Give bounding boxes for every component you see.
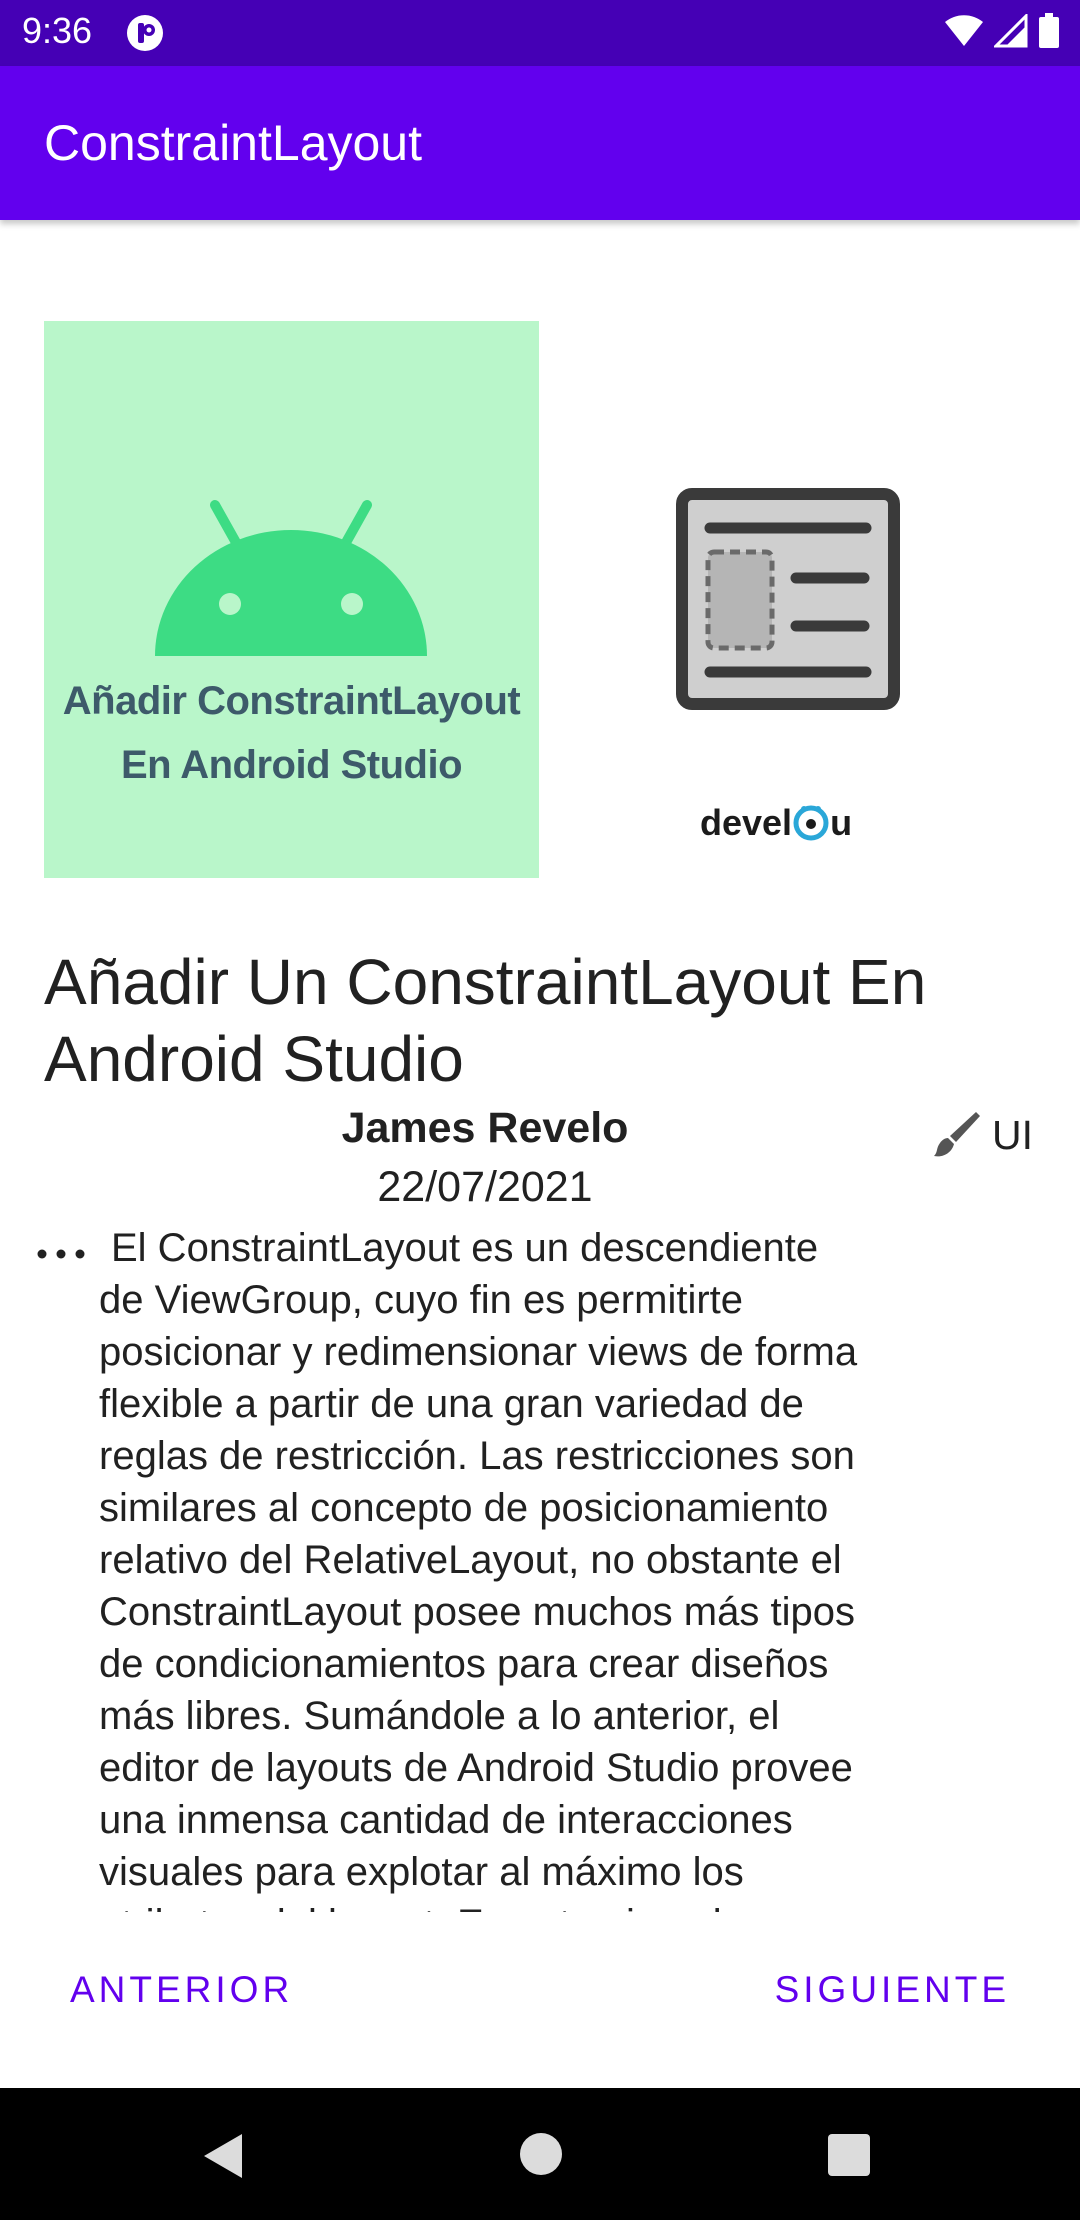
back-icon[interactable]: [202, 2132, 246, 2180]
next-button[interactable]: SIGUIENTE: [749, 1950, 1036, 2030]
app-title: ConstraintLayout: [44, 115, 423, 171]
brand-logo-right: u: [830, 802, 853, 843]
image-caption: Añadir ConstraintLayout En Android Studi…: [44, 669, 539, 797]
wifi-icon: [944, 14, 984, 53]
category-label: UI: [992, 1111, 1033, 1158]
signal-icon: [992, 11, 1028, 53]
recents-icon[interactable]: [828, 2134, 870, 2176]
article-content: El ConstraintLayout es un descendiente d…: [99, 1226, 858, 1912]
article-content-scroll[interactable]: El ConstraintLayout es un descendiente d…: [36, 1222, 1056, 1912]
screen: 9:36 ConstraintLayout Añadir ConstraintL…: [0, 0, 1080, 2220]
brush-icon: [934, 1112, 980, 1157]
status-icons: [944, 11, 1060, 54]
app-notification-icon: [126, 14, 164, 52]
image-caption-line2: En Android Studio: [120, 743, 463, 787]
brand-logo-left: devel: [700, 802, 793, 843]
android-logo-icon: [155, 500, 427, 656]
status-bar: 9:36: [0, 0, 1080, 66]
battery-icon: [1038, 12, 1060, 54]
article-category: UI: [930, 1108, 1033, 1162]
article-title: Añadir Un ConstraintLayout En Android St…: [44, 946, 927, 1095]
app-bar: ConstraintLayout: [0, 66, 1080, 220]
image-caption-line1: Añadir ConstraintLayout: [62, 679, 521, 723]
brand-logo: devel u: [700, 798, 852, 848]
system-navigation-bar: [0, 2088, 1080, 2220]
article-date: 22/07/2021: [377, 1163, 593, 1211]
status-time: 9:36: [22, 10, 93, 51]
ellipsis-icon: [37, 1249, 85, 1259]
layout-icon: [676, 488, 900, 710]
previous-button[interactable]: ANTERIOR: [44, 1950, 319, 2030]
article-author: James Revelo: [341, 1104, 629, 1152]
article-image: Añadir ConstraintLayout En Android Studi…: [44, 321, 539, 878]
brand-eye-icon: [793, 805, 829, 841]
home-icon[interactable]: [519, 2132, 563, 2176]
